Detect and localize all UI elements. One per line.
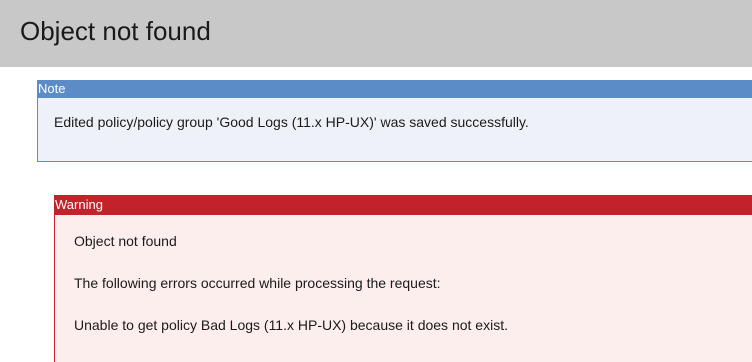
page: Object not found Note Edited policy/poli… <box>0 0 752 362</box>
title-bar: Object not found <box>0 0 752 67</box>
page-title: Object not found <box>20 16 211 46</box>
warning-line-unable-to-get-policy: Unable to get policy Bad Logs (11.x HP-U… <box>74 317 508 333</box>
warning-panel: Warning Object not found The following e… <box>54 195 752 362</box>
warning-header: Warning <box>55 195 752 215</box>
note-header: Note <box>38 80 752 98</box>
note-panel: Note Edited policy/policy group 'Good Lo… <box>37 80 752 162</box>
warning-line-errors-occurred: The following errors occurred while proc… <box>74 275 441 291</box>
note-message: Edited policy/policy group 'Good Logs (1… <box>54 114 529 130</box>
warning-label: Warning <box>55 197 103 212</box>
warning-line-object-not-found: Object not found <box>74 233 177 249</box>
